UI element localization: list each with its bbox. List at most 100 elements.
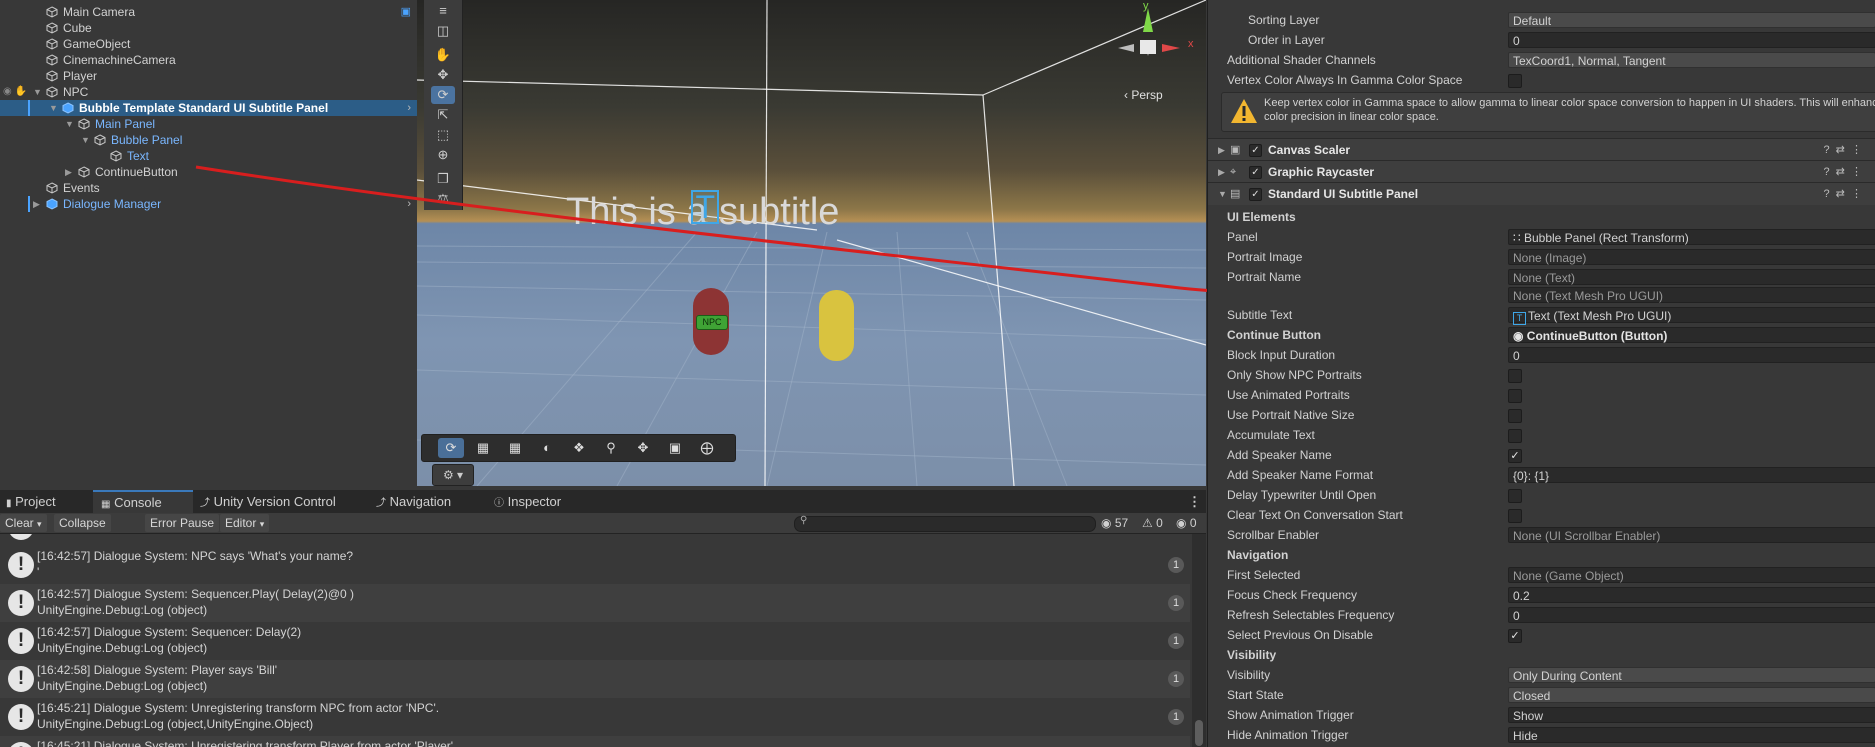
property-dropdown[interactable]: Default	[1508, 12, 1875, 28]
property-field[interactable]: None (Text)	[1508, 269, 1875, 285]
shading-icon[interactable]: ◐	[534, 438, 560, 458]
console-log-row[interactable]: !	[0, 534, 1190, 546]
hierarchy-item[interactable]: ▶ Dialogue Manager ›	[0, 196, 417, 212]
property-checkbox[interactable]: ✓	[1508, 629, 1522, 643]
tab-navigation[interactable]: ⤴ Navigation	[376, 490, 451, 513]
property-field[interactable]: None (UI Scrollbar Enabler)	[1508, 527, 1875, 543]
move-tool-icon[interactable]: ✥	[431, 66, 455, 84]
property-checkbox[interactable]	[1508, 409, 1522, 423]
console-log-row[interactable]: ! [16:42:57] Dialogue System: Sequencer: …	[0, 622, 1190, 660]
component-menu-icons[interactable]: ? ⇄ ⋮	[1823, 161, 1862, 183]
hierarchy-item[interactable]: ▼ Bubble Panel	[0, 132, 417, 148]
view-cube-icon[interactable]: ◫	[431, 22, 455, 40]
console-log-list[interactable]: !![16:42:57] Dialogue System: NPC says '…	[0, 534, 1190, 747]
chevron-right-icon[interactable]: ›	[407, 100, 411, 116]
error-count-badge[interactable]: ◉ 0	[1176, 516, 1197, 530]
player-capsule[interactable]	[819, 290, 854, 361]
console-log-row[interactable]: ! [16:42:58] Dialogue System: Player says…	[0, 660, 1190, 698]
scene-gizmo[interactable]	[1108, 4, 1188, 88]
property-dropdown[interactable]: Closed	[1508, 687, 1875, 703]
expand-arrow-icon[interactable]: ▼	[33, 84, 42, 100]
rotate-tool-icon[interactable]: ⟳	[431, 86, 455, 104]
error-pause-button[interactable]: Error Pause	[145, 514, 220, 532]
chevron-right-icon[interactable]: ›	[407, 196, 411, 212]
kebab-menu-icon[interactable]: ⋮	[1188, 490, 1201, 513]
camera-icon[interactable]: ▣	[662, 438, 688, 458]
info-count-badge[interactable]: ◉ 57	[1101, 516, 1128, 530]
move-view-icon[interactable]: ✥	[630, 438, 656, 458]
visibility-icon[interactable]: ◉ ✋	[3, 84, 27, 100]
hand-tool-icon[interactable]: ✋	[431, 46, 455, 64]
property-field[interactable]: Hide	[1508, 727, 1875, 743]
console-log-row[interactable]: ! [16:42:57] Dialogue System: NPC says 'W…	[0, 546, 1190, 584]
tab-project[interactable]: ▮ Project	[0, 490, 64, 513]
property-checkbox[interactable]	[1508, 389, 1522, 403]
hierarchy-item[interactable]: Main Camera ▣	[0, 4, 417, 20]
property-field[interactable]: {0}: {1}	[1508, 467, 1875, 483]
foldout-arrow-icon[interactable]: ▼	[1218, 183, 1227, 205]
component-menu-icons[interactable]: ? ⇄ ⋮	[1823, 139, 1862, 161]
expand-arrow-icon[interactable]: ▼	[65, 116, 74, 132]
property-checkbox[interactable]	[1508, 489, 1522, 503]
expand-arrow-icon[interactable]: ▼	[49, 100, 58, 116]
custom-tool-2-icon[interactable]: ⚖	[431, 190, 455, 208]
layers-icon[interactable]: ❖	[566, 438, 592, 458]
console-log-row[interactable]: ![16:45:21] Dialogue System: Unregisteri…	[0, 698, 1190, 736]
component-header[interactable]: ▼ ▤ ✓ Standard UI Subtitle Panel ? ⇄ ⋮	[1208, 182, 1875, 205]
property-checkbox[interactable]	[1508, 509, 1522, 523]
property-field[interactable]: 0	[1508, 607, 1875, 623]
hierarchy-item[interactable]: Player	[0, 68, 417, 84]
console-log-row[interactable]: ! [16:42:57] Dialogue System: Sequencer.P…	[0, 584, 1190, 622]
property-dropdown[interactable]: TexCoord1, Normal, Tangent	[1508, 52, 1875, 68]
property-field[interactable]: 0	[1508, 347, 1875, 363]
console-search-input[interactable]: ⚲	[794, 515, 1096, 532]
compass-icon[interactable]: ⨁	[694, 438, 720, 458]
hierarchy-item[interactable]: CinemachineCamera	[0, 52, 417, 68]
hierarchy-item[interactable]: GameObject	[0, 36, 417, 52]
custom-tool-icon[interactable]: ❐	[431, 170, 455, 188]
property-field[interactable]: None (Game Object)	[1508, 567, 1875, 583]
console-log-row[interactable]: ![16:45:21] Dialogue System: Unregisteri…	[0, 736, 1190, 747]
property-checkbox[interactable]: ✓	[1508, 449, 1522, 463]
property-field[interactable]: None (Image)	[1508, 249, 1875, 265]
scene-view[interactable]	[417, 0, 1206, 486]
hierarchy-item[interactable]: Text	[0, 148, 417, 164]
property-field[interactable]: None (Text Mesh Pro UGUI)	[1508, 287, 1875, 303]
property-field[interactable]: 0	[1508, 32, 1875, 48]
property-checkbox[interactable]	[1508, 429, 1522, 443]
property-field[interactable]: ∷ Bubble Panel (Rect Transform)	[1508, 229, 1875, 245]
camera-settings-dropdown[interactable]: ⚙ ▾	[432, 464, 474, 486]
expand-arrow-icon[interactable]: ▼	[81, 132, 90, 148]
rect-tool-icon[interactable]: ⬚	[431, 126, 455, 144]
component-header[interactable]: ▶ ⌖ ✓ Graphic Raycaster ? ⇄ ⋮	[1208, 160, 1875, 183]
scrollbar-thumb[interactable]	[1195, 720, 1203, 746]
expand-arrow-icon[interactable]: ▶	[65, 164, 72, 180]
component-enabled-checkbox[interactable]: ✓	[1249, 188, 1262, 201]
menu-handle-icon[interactable]: ≡	[431, 2, 455, 20]
property-field[interactable]: T Text (Text Mesh Pro UGUI)	[1508, 307, 1875, 325]
clear-button[interactable]: Clear ▾	[0, 514, 47, 532]
hierarchy-item[interactable]: ▶ ContinueButton	[0, 164, 417, 180]
property-dropdown[interactable]: Only During Content	[1508, 667, 1875, 683]
orbit-icon[interactable]: ⟳	[438, 438, 464, 458]
tab-unity-version-control[interactable]: ⤴ Unity Version Control	[200, 490, 336, 513]
expand-arrow-icon[interactable]: ▶	[33, 196, 40, 212]
property-checkbox[interactable]	[1508, 74, 1522, 88]
scale-tool-icon[interactable]: ⇱	[431, 106, 455, 124]
perspective-label[interactable]: ‹ Persp	[1124, 88, 1163, 102]
hierarchy-item[interactable]: ▼ NPC ◉ ✋	[0, 84, 417, 100]
component-menu-icons[interactable]: ? ⇄ ⋮	[1823, 183, 1862, 205]
transform-tool-icon[interactable]: ⊕	[431, 146, 455, 164]
tab-inspector[interactable]: ⓘ Inspector	[494, 490, 561, 513]
hierarchy-item[interactable]: ▼ Main Panel	[0, 116, 417, 132]
hierarchy-item[interactable]: ▼ Bubble Template Standard UI Subtitle Pa…	[0, 100, 417, 116]
editor-dropdown[interactable]: Editor ▾	[220, 514, 270, 532]
warning-count-badge[interactable]: ⚠ 0	[1142, 516, 1163, 530]
console-scrollbar[interactable]	[1192, 534, 1206, 747]
zoom-icon[interactable]: ⚲	[598, 438, 624, 458]
grid-snap-icon[interactable]: ▦	[502, 438, 528, 458]
component-header[interactable]: ▶ ▣ ✓ Canvas Scaler ? ⇄ ⋮	[1208, 138, 1875, 161]
collapse-button[interactable]: Collapse	[54, 514, 111, 532]
hierarchy-item[interactable]: Events	[0, 180, 417, 196]
property-field[interactable]: Show	[1508, 707, 1875, 723]
